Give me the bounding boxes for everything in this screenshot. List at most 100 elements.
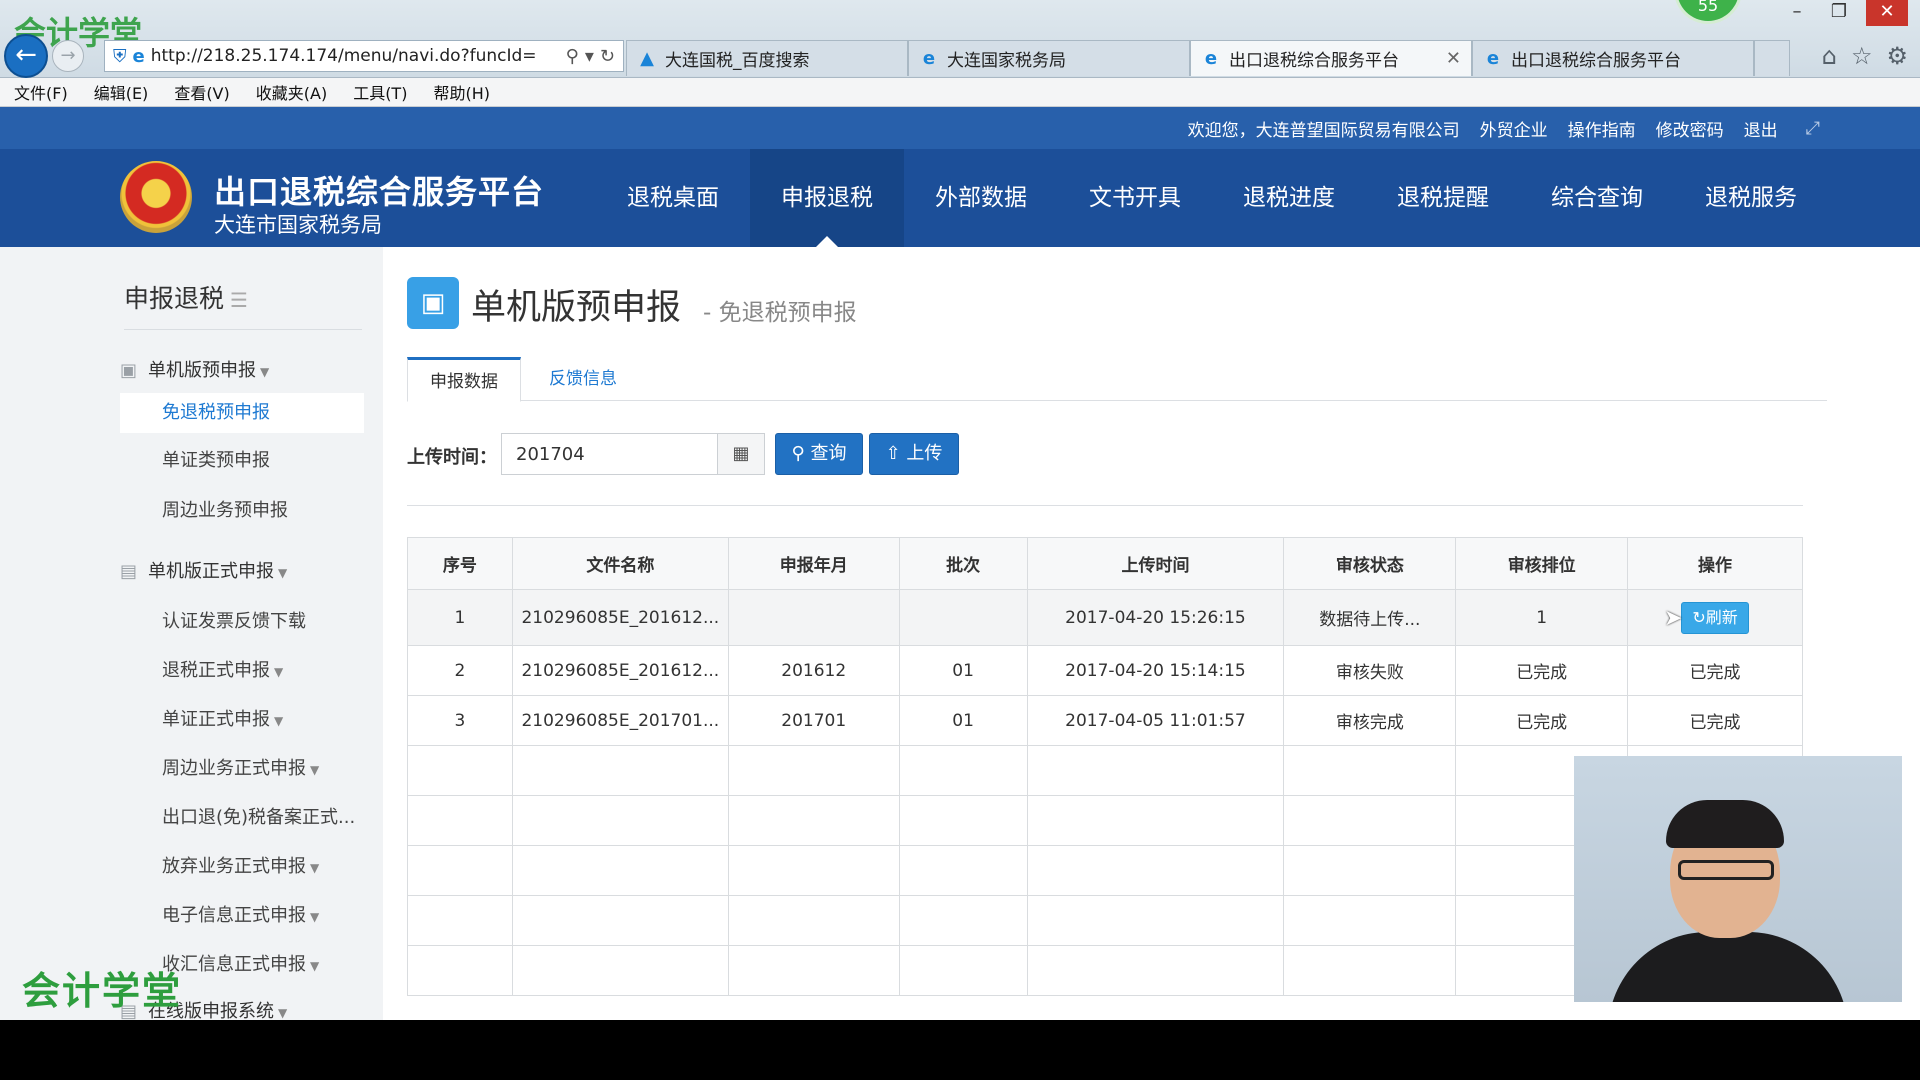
menu-tools[interactable]: 工具(T) <box>353 80 407 104</box>
sidebar-item-voucher-pre[interactable]: 单证类预申报 <box>162 441 270 481</box>
upload-button-label: 上传 <box>906 443 943 464</box>
guide-link[interactable]: 操作指南 <box>1568 116 1636 141</box>
restore-button[interactable]: ❐ <box>1818 0 1860 26</box>
browser-icons: ⌂ ☆ ⚙ <box>1822 42 1908 70</box>
sidebar-item-label: 单证正式申报 <box>162 709 270 730</box>
upload-button[interactable]: ⇧ 上传 <box>869 433 959 475</box>
chevron-down-icon: ▼ <box>274 665 284 679</box>
sidebar-item-refund-formal[interactable]: 退税正式申报 ▼ <box>162 651 283 691</box>
nav-query[interactable]: 综合查询 <box>1520 149 1674 247</box>
close-icon[interactable]: ✕ <box>1446 48 1461 69</box>
search-icon[interactable]: ⚲ <box>566 46 579 67</box>
tab-label: 出口退税综合服务平台 <box>1511 51 1681 71</box>
table-cell: 2017-04-05 11:01:57 <box>1026 695 1285 746</box>
ie-icon: e <box>132 45 145 67</box>
page-subtitle: - 免退税预申报 <box>703 300 857 326</box>
browser-tab[interactable]: ▲ 大连国税_百度搜索 <box>626 40 908 76</box>
tab-feedback[interactable]: 反馈信息 <box>527 357 639 402</box>
table-cell: 2017-04-20 15:26:15 <box>1026 589 1285 646</box>
ie-icon: e <box>922 48 936 69</box>
upload-icon: ⇧ <box>885 443 901 464</box>
column-header: 上传时间 <box>1026 537 1285 590</box>
sidebar-item-voucher-formal[interactable]: 单证正式申报 ▼ <box>162 700 283 740</box>
notification-badge[interactable]: 55 <box>1674 0 1742 24</box>
company-type-link[interactable]: 外贸企业 <box>1480 116 1548 141</box>
nav-tax-desktop[interactable]: 退税桌面 <box>596 149 750 247</box>
table-cell: 01 <box>898 695 1028 746</box>
menu-favorites[interactable]: 收藏夹(A) <box>256 80 327 104</box>
sidebar-item-peripheral-formal[interactable]: 周边业务正式申报 ▼ <box>162 749 319 789</box>
column-header: 审核状态 <box>1283 537 1457 590</box>
upload-time-input[interactable] <box>501 433 717 475</box>
menu-edit[interactable]: 编辑(E) <box>94 80 149 104</box>
nav-refund-progress[interactable]: 退税进度 <box>1212 149 1366 247</box>
menu-icon[interactable]: ☰ <box>230 288 248 312</box>
browser-tab[interactable]: e 大连国家税务局 <box>908 40 1190 76</box>
minimize-button[interactable]: – <box>1776 0 1818 26</box>
nav-documents[interactable]: 文书开具 <box>1058 149 1212 247</box>
presenter-body <box>1608 932 1848 1002</box>
table-cell <box>898 589 1028 646</box>
change-password-link[interactable]: 修改密码 <box>1656 116 1724 141</box>
chevron-down-icon: ▼ <box>278 1006 288 1020</box>
chevron-down-icon: ▼ <box>310 861 320 875</box>
browser-tab[interactable]: e 出口退税综合服务平台 <box>1472 40 1754 76</box>
home-icon[interactable]: ⌂ <box>1822 42 1837 70</box>
refresh-icon[interactable]: ↻ <box>600 46 615 67</box>
sidebar-item-record-formal[interactable]: 出口退(免)税备案正式... <box>162 798 355 838</box>
back-button[interactable]: ← <box>4 34 48 78</box>
menu-help[interactable]: 帮助(H) <box>433 80 490 104</box>
forward-button[interactable]: → <box>52 40 84 72</box>
search-icon: ⚲ <box>791 443 805 464</box>
new-tab-button[interactable] <box>1754 40 1790 76</box>
national-emblem-logo <box>120 161 192 233</box>
browser-toolbar: 会计学堂 ← → ⛨ e http://218.25.174.174/menu/… <box>0 0 1920 78</box>
table-row: 1 210296085E_201612... 2017-04-20 15:26:… <box>407 589 1803 646</box>
column-header: 文件名称 <box>511 537 729 590</box>
window-close-button[interactable]: ✕ <box>1866 0 1908 26</box>
content-tabs: 申报数据 反馈信息 <box>407 357 1827 402</box>
table-cell: 210296085E_201612... <box>511 645 729 696</box>
sidebar-item-invoice-feedback[interactable]: 认证发票反馈下载 <box>162 602 306 642</box>
nav-refund-reminder[interactable]: 退税提醒 <box>1366 149 1520 247</box>
tab-declare-data[interactable]: 申报数据 <box>407 357 521 402</box>
query-button[interactable]: ⚲ 查询 <box>775 433 863 475</box>
browser-tab-active[interactable]: e 出口退税综合服务平台 ✕ <box>1190 40 1472 76</box>
favorites-star-icon[interactable]: ☆ <box>1851 42 1873 70</box>
table-cell: 201612 <box>727 645 900 696</box>
nav-external-data[interactable]: 外部数据 <box>904 149 1058 247</box>
nav-declare-refund[interactable]: 申报退税 <box>750 149 904 247</box>
sidebar-item-peripheral-pre[interactable]: 周边业务预申报 <box>162 491 288 531</box>
nav-refund-service[interactable]: 退税服务 <box>1674 149 1828 247</box>
sidebar: 申报退税 ☰ ▣ 单机版预申报 ▼ 免退税预申报 单证类预申报 周边业务预申报 ▤ 单机… <box>98 247 383 1022</box>
table-cell: 数据待上传... <box>1283 589 1457 646</box>
calendar-icon[interactable]: ▦ <box>717 433 765 475</box>
sidebar-item-label: 放弃业务正式申报 <box>162 856 306 877</box>
logout-link[interactable]: 退出 <box>1744 116 1778 141</box>
table-cell: 已完成 <box>1627 645 1803 696</box>
sidebar-item-label: 电子信息正式申报 <box>162 905 306 926</box>
dropdown-icon[interactable]: ▾ <box>585 46 594 67</box>
site-title: 出口退税综合服务平台 <box>214 173 545 211</box>
sidebar-item-exempt-pre[interactable]: 免退税预申报 <box>120 393 364 433</box>
sidebar-group-standalone-formal[interactable]: ▤ 单机版正式申报 ▼ <box>120 552 287 592</box>
gear-icon[interactable]: ⚙ <box>1886 42 1908 70</box>
refresh-button[interactable]: ↻刷新 <box>1681 601 1750 634</box>
menu-view[interactable]: 查看(V) <box>174 80 229 104</box>
menu-file[interactable]: 文件(F) <box>14 80 68 104</box>
ie-icon: e <box>1204 48 1218 69</box>
divider <box>407 505 1803 506</box>
chevron-down-icon: ▼ <box>310 763 320 777</box>
chevron-down-icon: ▼ <box>310 959 320 973</box>
fullscreen-icon[interactable]: ⤢ <box>1806 118 1820 139</box>
chevron-down-icon: ▼ <box>274 714 284 728</box>
address-bar[interactable]: ⛨ e http://218.25.174.174/menu/navi.do?f… <box>104 40 624 72</box>
table-cell: ↻刷新 <box>1627 589 1803 646</box>
user-topbar: 欢迎您，大连普望国际贸易有限公司 外贸企业 操作指南 修改密码 退出 ⤢ <box>0 107 1920 149</box>
url-text[interactable]: http://218.25.174.174/menu/navi.do?funcI… <box>151 46 560 66</box>
sidebar-item-einfo-formal[interactable]: 电子信息正式申报 ▼ <box>162 896 319 936</box>
sidebar-item-forex-formal[interactable]: 收汇信息正式申报 ▼ <box>162 945 319 985</box>
sidebar-item-abandon-formal[interactable]: 放弃业务正式申报 ▼ <box>162 847 319 887</box>
column-header: 审核排位 <box>1455 537 1629 590</box>
sidebar-group-standalone-pre[interactable]: ▣ 单机版预申报 ▼ <box>120 351 269 391</box>
